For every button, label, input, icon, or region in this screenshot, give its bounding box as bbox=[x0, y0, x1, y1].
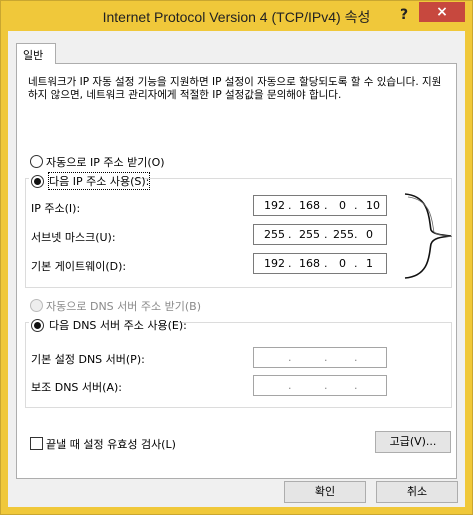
close-button[interactable]: × bbox=[419, 2, 465, 22]
auto-ip-label[interactable]: 자동으로 IP 주소 받기(O) bbox=[46, 154, 165, 170]
auto-ip-radio[interactable] bbox=[30, 155, 43, 168]
default-gateway-field[interactable]: 192 . 168 . 0 . 1 bbox=[253, 253, 387, 274]
advanced-button[interactable]: 고급(V)... bbox=[375, 431, 451, 453]
default-gateway-label: 기본 게이트웨이(D): bbox=[31, 260, 127, 273]
manual-dns-label[interactable]: 다음 DNS 서버 주소 사용(E): bbox=[49, 317, 187, 333]
manual-ip-option[interactable]: 다음 IP 주소 사용(S): bbox=[29, 171, 151, 190]
ip-address-label: IP 주소(I): bbox=[31, 202, 81, 215]
auto-dns-label: 자동으로 DNS 서버 주소 받기(B) bbox=[46, 300, 201, 313]
tab-general-label: 일반 bbox=[23, 49, 44, 62]
manual-ip-radio[interactable] bbox=[31, 175, 44, 188]
ip-address-field[interactable]: 192 . 168 . 0 . 10 bbox=[253, 195, 387, 216]
brace-annotation-icon bbox=[404, 193, 453, 279]
ok-button[interactable]: 확인 bbox=[284, 481, 366, 503]
auto-dns-radio[interactable] bbox=[30, 299, 43, 312]
help-button[interactable]: ? bbox=[393, 5, 415, 25]
validate-settings-checkbox[interactable] bbox=[30, 437, 43, 450]
title-bar[interactable]: Internet Protocol Version 4 (TCP/IPv4) 속… bbox=[1, 1, 472, 31]
description-text: 네트워크가 IP 자동 설정 기능을 지원하면 IP 설정이 자동으로 할당되도… bbox=[28, 76, 442, 101]
preferred-dns-field[interactable]: . . . bbox=[253, 347, 387, 368]
general-tab-panel: 네트워크가 IP 자동 설정 기능을 지원하면 IP 설정이 자동으로 할당되도… bbox=[16, 63, 457, 479]
subnet-mask-field[interactable]: 255 . 255 . 255 . 0 bbox=[253, 224, 387, 245]
manual-ip-label[interactable]: 다음 IP 주소 사용(S): bbox=[47, 172, 151, 190]
manual-dns-option[interactable]: 다음 DNS 서버 주소 사용(E): bbox=[29, 315, 187, 332]
alternate-dns-field[interactable]: . . . bbox=[253, 375, 387, 396]
manual-dns-radio[interactable] bbox=[31, 319, 44, 332]
subnet-mask-label: 서브넷 마스크(U): bbox=[31, 231, 116, 244]
alternate-dns-label: 보조 DNS 서버(A): bbox=[31, 381, 122, 394]
preferred-dns-label: 기본 설정 DNS 서버(P): bbox=[31, 353, 145, 366]
dialog-window: Internet Protocol Version 4 (TCP/IPv4) 속… bbox=[0, 0, 473, 515]
dialog-client-area: 일반 네트워크가 IP 자동 설정 기능을 지원하면 IP 설정이 자동으로 할… bbox=[8, 31, 465, 507]
tab-general[interactable]: 일반 bbox=[16, 43, 56, 64]
validate-settings-label[interactable]: 끝낼 때 설정 유효성 검사(L) bbox=[46, 436, 176, 452]
cancel-button[interactable]: 취소 bbox=[376, 481, 458, 503]
